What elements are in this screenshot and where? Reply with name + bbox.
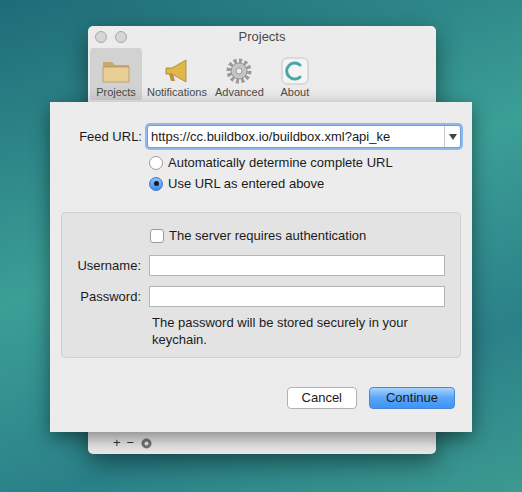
toolbar-item[interactable]: Notifications (144, 48, 210, 100)
checkbox[interactable] (150, 229, 164, 243)
list-controls: +− (88, 432, 436, 454)
cancel-button[interactable]: Cancel (287, 387, 357, 409)
feed-url-label: Feed URL: (61, 127, 142, 147)
password-note: The password will be stored securely in … (62, 314, 412, 348)
password-field[interactable] (149, 286, 445, 307)
username-label: Username: (62, 256, 141, 276)
username-field[interactable] (149, 255, 445, 276)
gear-icon (223, 56, 255, 86)
password-label: Password: (62, 287, 141, 307)
list-control-button[interactable]: + (113, 436, 121, 450)
feed-url-field[interactable]: https://cc.buildbox.io/buildbox.xml?api_… (147, 125, 461, 148)
minimize-button[interactable] (115, 31, 127, 43)
sheet: Feed URL:https://cc.buildbox.io/buildbox… (50, 102, 472, 432)
toolbar: ProjectsNotificationsAdvancedAbout (88, 48, 436, 102)
desktop: ProjectsProjectsNotificationsAdvancedAbo… (0, 0, 522, 492)
url-option[interactable]: Use URL as entered above (149, 176, 461, 191)
url-option[interactable]: Automatically determine complete URL (149, 155, 461, 170)
app-logo-icon (279, 56, 311, 86)
megaphone-icon (161, 56, 193, 86)
dropdown-arrow-icon[interactable] (444, 126, 460, 147)
continue-button[interactable]: Continue (369, 387, 455, 409)
list-control-button[interactable]: − (127, 436, 135, 450)
toolbar-item[interactable]: About (269, 48, 321, 100)
radio-button[interactable] (149, 156, 163, 170)
toolbar-item[interactable]: Advanced (212, 48, 267, 100)
title-bar: Projects (88, 26, 436, 48)
close-button[interactable] (95, 31, 107, 43)
radio-button[interactable] (149, 177, 163, 191)
toolbar-item[interactable]: Projects (90, 48, 142, 100)
auth-group: The server requires authentication Userna… (61, 212, 461, 358)
folder-icon (100, 56, 132, 86)
gear-icon[interactable] (140, 437, 153, 450)
auth-checkbox-row[interactable]: The server requires authentication (62, 228, 460, 243)
window-title: Projects (239, 27, 286, 47)
